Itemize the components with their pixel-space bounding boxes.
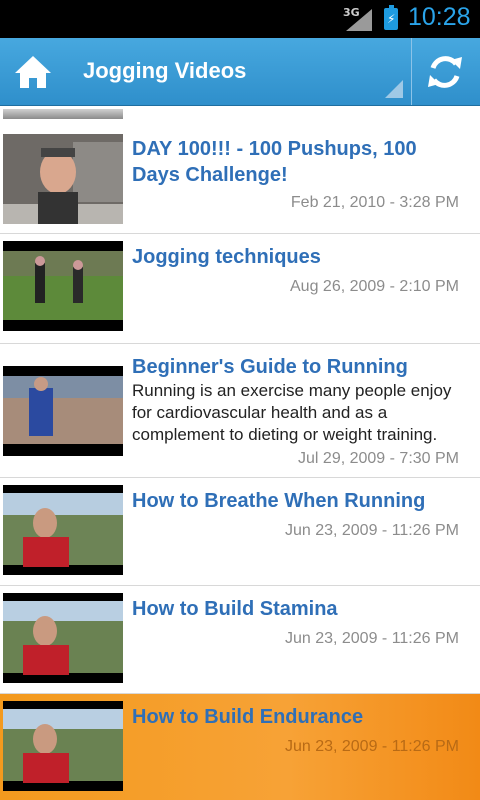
action-divider bbox=[411, 38, 412, 105]
battery-charging-icon: ⚡ bbox=[384, 5, 398, 30]
video-title[interactable]: How to Build Stamina bbox=[132, 596, 462, 622]
video-thumbnail[interactable] bbox=[3, 701, 123, 791]
video-list-item[interactable]: DAY 100!!! - 100 Pushups, 100 Days Chall… bbox=[0, 126, 480, 234]
previous-item-thumbnail-edge bbox=[3, 109, 123, 119]
action-bar: Jogging Videos bbox=[0, 38, 480, 106]
video-list-item[interactable]: Jogging techniques Aug 26, 2009 - 2:10 P… bbox=[0, 234, 480, 344]
video-title[interactable]: How to Build Endurance bbox=[132, 704, 462, 730]
video-title[interactable]: How to Breathe When Running bbox=[132, 488, 462, 514]
video-date: Jun 23, 2009 - 11:26 PM bbox=[284, 738, 459, 755]
video-list-item[interactable]: How to Breathe When Running Jun 23, 2009… bbox=[0, 478, 480, 586]
home-icon[interactable] bbox=[14, 54, 52, 90]
video-list-item[interactable]: How to Build Stamina Jun 23, 2009 - 11:2… bbox=[0, 586, 480, 694]
video-list-item-selected[interactable]: How to Build Endurance Jun 23, 2009 - 11… bbox=[0, 694, 480, 800]
status-time: 10:28 bbox=[408, 3, 471, 31]
video-thumbnail[interactable] bbox=[3, 134, 123, 224]
status-bar: 3G ⚡ 10:28 bbox=[0, 0, 480, 38]
video-list[interactable]: DAY 100!!! - 100 Pushups, 100 Days Chall… bbox=[0, 106, 480, 800]
video-thumbnail[interactable] bbox=[3, 593, 123, 683]
page-title: Jogging Videos bbox=[83, 58, 247, 83]
video-title[interactable]: DAY 100!!! - 100 Pushups, 100 Days Chall… bbox=[132, 136, 462, 188]
video-list-item[interactable]: Beginner's Guide to Running Running is a… bbox=[0, 344, 480, 478]
dropdown-corner-indicator bbox=[385, 80, 403, 98]
video-date: Feb 21, 2010 - 3:28 PM bbox=[290, 194, 459, 211]
video-date: Jul 29, 2009 - 7:30 PM bbox=[298, 450, 459, 467]
signal-icon bbox=[346, 9, 372, 31]
video-description: Running is an exercise many people enjoy… bbox=[132, 381, 452, 444]
video-date: Jun 23, 2009 - 11:26 PM bbox=[284, 630, 459, 647]
video-title[interactable]: Jogging techniques bbox=[132, 244, 462, 270]
video-title[interactable]: Beginner's Guide to Running bbox=[132, 354, 462, 380]
video-date: Jun 23, 2009 - 11:26 PM bbox=[284, 522, 459, 539]
video-thumbnail[interactable] bbox=[3, 241, 123, 331]
refresh-icon[interactable] bbox=[425, 52, 465, 92]
video-thumbnail[interactable] bbox=[3, 366, 123, 456]
video-date: Aug 26, 2009 - 2:10 PM bbox=[290, 278, 459, 295]
video-thumbnail[interactable] bbox=[3, 485, 123, 575]
